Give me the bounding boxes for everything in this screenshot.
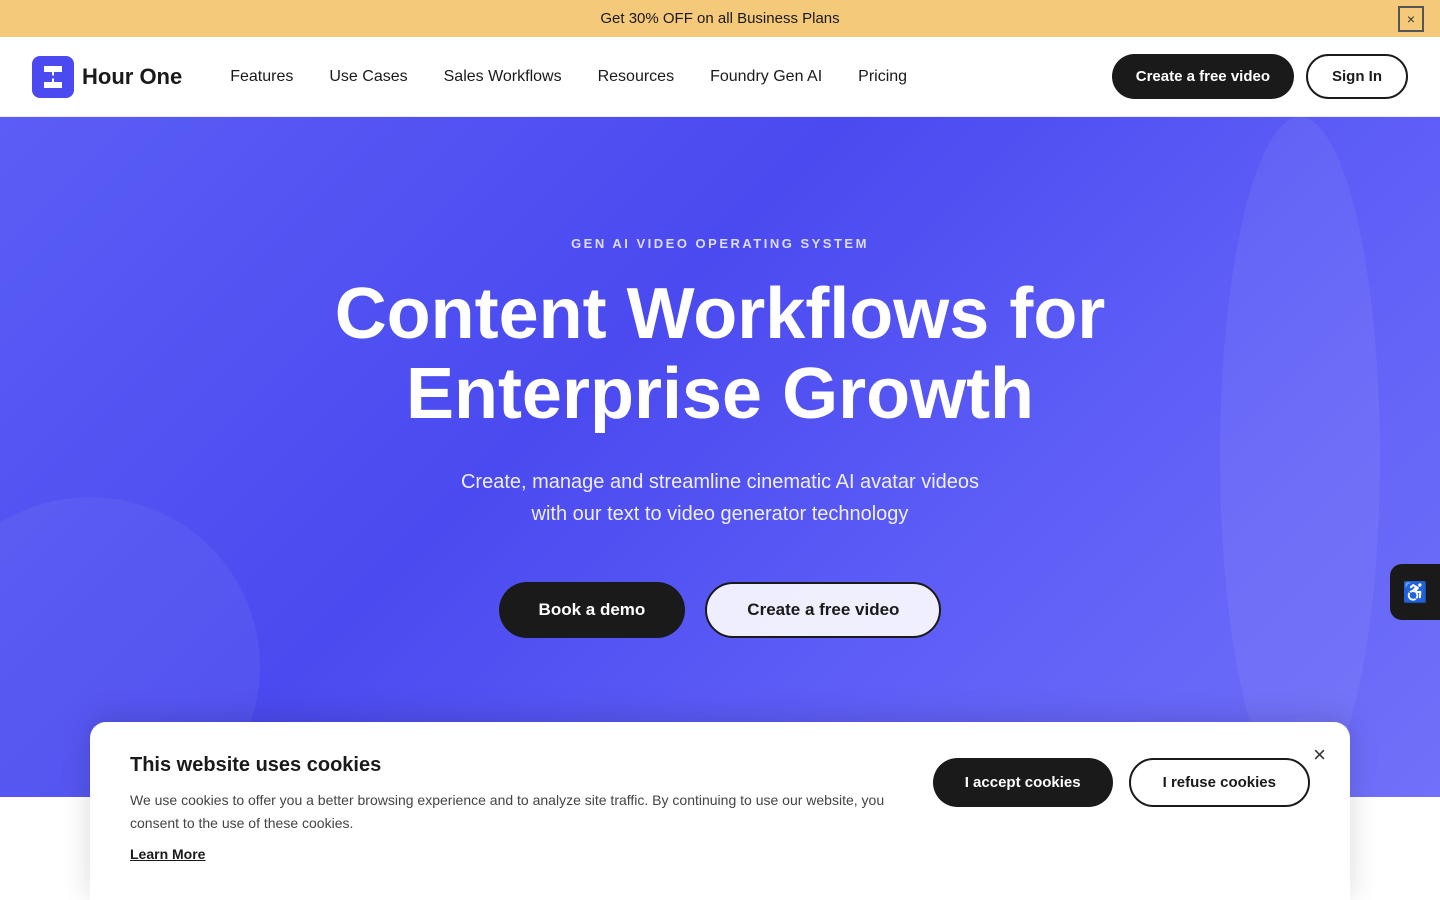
nav-pricing[interactable]: Pricing (858, 68, 907, 86)
banner-text: Get 30% OFF on all Business Plans (600, 10, 839, 27)
nav-actions: Create a free video Sign In (1112, 54, 1408, 99)
create-free-video-button[interactable]: Create a free video (705, 582, 941, 638)
cookie-actions: I accept cookies I refuse cookies (933, 758, 1310, 807)
hero-title-line1: Content Workflows for (335, 274, 1106, 354)
hero-title-line2: Enterprise Growth (406, 354, 1034, 434)
navbar-create-video-button[interactable]: Create a free video (1112, 54, 1294, 99)
hero-subtitle-line2: with our text to video generator technol… (532, 503, 909, 525)
logo-text: Hour One (82, 64, 182, 90)
accessibility-icon: ♿ (1403, 580, 1428, 605)
accept-cookies-button[interactable]: I accept cookies (933, 758, 1113, 807)
cookie-learn-more-link[interactable]: Learn More (130, 846, 205, 862)
hero-eyebrow: GEN AI VIDEO OPERATING SYSTEM (571, 236, 869, 251)
nav-use-cases[interactable]: Use Cases (329, 68, 407, 86)
top-banner: Get 30% OFF on all Business Plans × (0, 0, 1440, 37)
nav-features[interactable]: Features (230, 68, 293, 86)
cookie-banner: This website uses cookies We use cookies… (90, 722, 1350, 900)
logo-link[interactable]: Hour One (32, 56, 182, 98)
cookie-close-button[interactable]: × (1313, 742, 1326, 768)
logo-icon (32, 56, 74, 98)
navbar-signin-button[interactable]: Sign In (1306, 54, 1408, 99)
hero-subtitle: Create, manage and streamline cinematic … (461, 466, 979, 530)
hero-buttons: Book a demo Create a free video (499, 582, 942, 638)
hero-title: Content Workflows for Enterprise Growth (335, 275, 1106, 433)
hero-section: GEN AI VIDEO OPERATING SYSTEM Content Wo… (0, 117, 1440, 797)
nav-resources[interactable]: Resources (598, 68, 674, 86)
hero-subtitle-line1: Create, manage and streamline cinematic … (461, 471, 979, 493)
banner-close-button[interactable]: × (1398, 6, 1424, 32)
nav-sales-workflows[interactable]: Sales Workflows (444, 68, 562, 86)
cookie-title: This website uses cookies (130, 754, 893, 777)
refuse-cookies-button[interactable]: I refuse cookies (1129, 758, 1310, 807)
nav-foundry-gen-ai[interactable]: Foundry Gen AI (710, 68, 822, 86)
accessibility-button[interactable]: ♿ (1390, 564, 1440, 620)
cookie-content: This website uses cookies We use cookies… (130, 754, 893, 864)
cookie-text: We use cookies to offer you a better bro… (130, 789, 893, 834)
navbar: Hour One Features Use Cases Sales Workfl… (0, 37, 1440, 117)
book-demo-button[interactable]: Book a demo (499, 582, 686, 638)
nav-links: Features Use Cases Sales Workflows Resou… (230, 68, 1112, 86)
